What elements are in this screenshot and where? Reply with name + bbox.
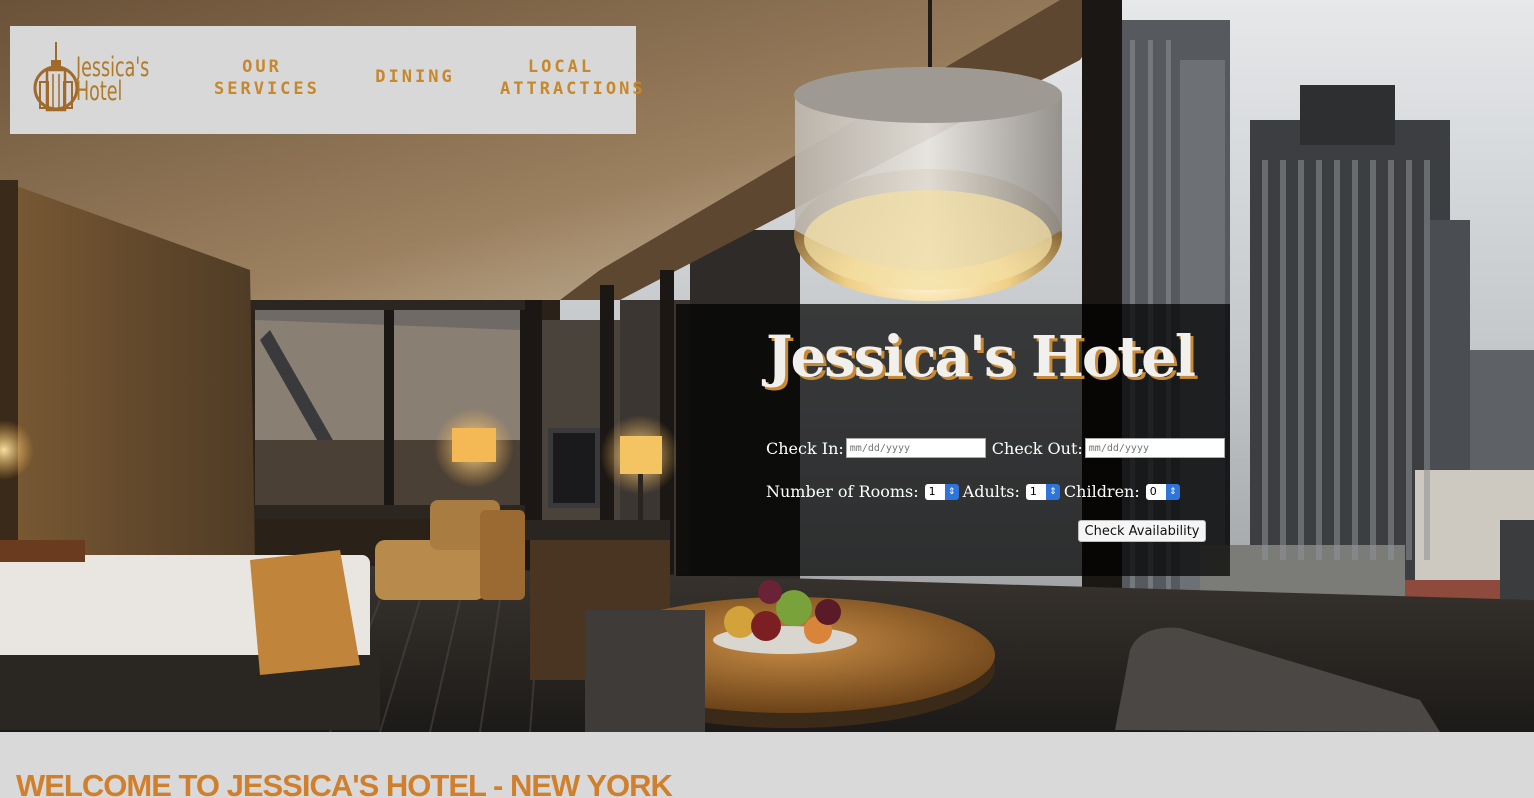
adults-select[interactable]: 1 ⇕ <box>1025 483 1060 500</box>
rooms-label: Number of Rooms: <box>766 482 919 501</box>
welcome-section: WELCOME TO JESSICA'S HOTEL - NEW YORK <box>0 732 1534 798</box>
nav-item-our-services[interactable]: OUR SERVICES <box>214 56 320 100</box>
rooms-select[interactable]: 1 ⇕ <box>924 483 959 500</box>
stepper-arrows-icon[interactable]: ⇕ <box>944 483 959 500</box>
nav-item-label: ATTRACTIONS <box>500 79 646 99</box>
nav-item-label: SERVICES <box>214 79 320 99</box>
adults-value: 1 <box>1025 483 1046 500</box>
navbar: Jessica's Hotel OUR SERVICES DINING LOCA… <box>10 26 646 134</box>
check-in-label: Check In: <box>766 438 844 458</box>
nav-item-local-attractions[interactable]: LOCAL ATTRACTIONS <box>500 56 646 100</box>
logo-wordmark: Jessica's Hotel <box>76 54 149 107</box>
children-select[interactable]: 0 ⇕ <box>1145 483 1180 500</box>
children-label: Children: <box>1063 482 1140 501</box>
booking-panel: Jessica's Hotel Check In: Check Out: Num… <box>676 304 1230 576</box>
check-in-field[interactable] <box>845 438 986 458</box>
nav-item-label: DINING <box>375 67 455 87</box>
dates-row: Check In: Check Out: <box>766 438 1231 458</box>
nav-item-dining[interactable]: DINING <box>374 66 456 88</box>
logo-link[interactable]: Jessica's Hotel <box>32 40 172 120</box>
welcome-heading: WELCOME TO JESSICA'S HOTEL - NEW YORK <box>16 768 673 798</box>
adults-label: Adults: <box>962 482 1020 501</box>
booking-title: Jessica's Hotel <box>766 324 1196 390</box>
stepper-arrows-icon[interactable]: ⇕ <box>1045 483 1060 500</box>
check-availability-button[interactable]: Check Availability <box>1078 520 1206 542</box>
guests-row: Number of Rooms: 1 ⇕ Adults: 1 ⇕ Childre… <box>766 482 1184 501</box>
nav-item-label: LOCAL <box>527 57 595 77</box>
rooms-value: 1 <box>924 483 945 500</box>
nav-item-label: OUR <box>242 57 282 77</box>
logo-line2: Hotel <box>76 76 123 107</box>
page: Jessica's Hotel OUR SERVICES DINING LOCA… <box>0 0 1534 798</box>
check-out-label: Check Out: <box>991 438 1083 458</box>
children-value: 0 <box>1145 483 1166 500</box>
stepper-arrows-icon[interactable]: ⇕ <box>1165 483 1180 500</box>
check-out-field[interactable] <box>1084 438 1225 458</box>
